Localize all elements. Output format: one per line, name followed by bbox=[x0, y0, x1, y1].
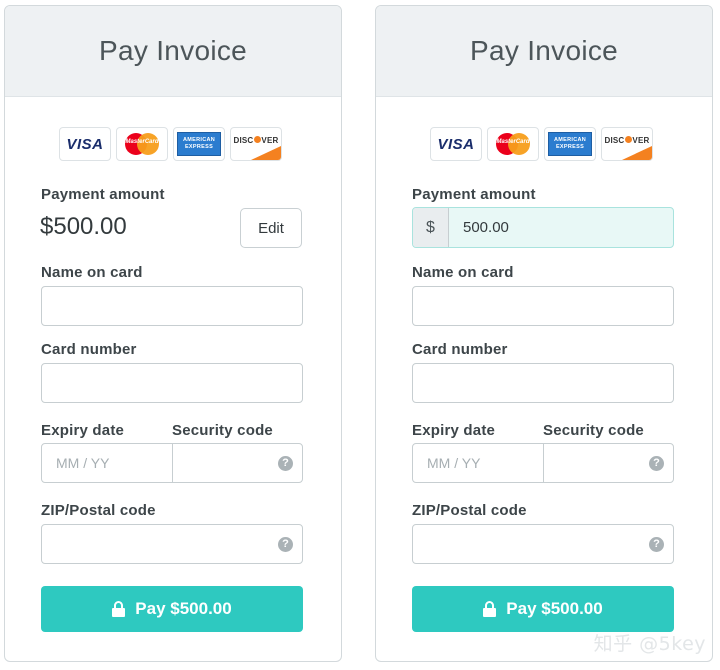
amex-logo: AMERICAN EXPRESS bbox=[173, 127, 225, 161]
discover-post: VER bbox=[632, 135, 650, 145]
security-code-label: Security code bbox=[543, 422, 644, 439]
lock-icon bbox=[112, 601, 126, 617]
name-on-card-label: Name on card bbox=[412, 264, 514, 281]
payment-form-panel-default: Pay Invoice VISA MasterCard AMERICAN EXP… bbox=[4, 5, 342, 662]
help-icon[interactable]: ? bbox=[649, 537, 664, 552]
name-on-card-label: Name on card bbox=[41, 264, 143, 281]
discover-logo: DISC VER bbox=[601, 127, 653, 161]
panel-title: Pay Invoice bbox=[5, 6, 341, 97]
mastercard-logo-text: MasterCard bbox=[125, 139, 159, 145]
discover-post: VER bbox=[261, 135, 279, 145]
visa-logo: VISA bbox=[430, 127, 482, 161]
mastercard-logo-text: MasterCard bbox=[496, 139, 530, 145]
card-number-label: Card number bbox=[412, 341, 508, 358]
currency-addon: $ bbox=[413, 208, 449, 247]
mastercard-logo: MasterCard bbox=[116, 127, 168, 161]
visa-logo: VISA bbox=[59, 127, 111, 161]
payment-amount-label: Payment amount bbox=[41, 186, 165, 203]
expiry-date-label: Expiry date bbox=[41, 422, 125, 439]
amex-line2: EXPRESS bbox=[184, 144, 214, 150]
security-code-field[interactable]: ? bbox=[543, 443, 674, 483]
expiry-date-field[interactable]: MM / YY bbox=[41, 443, 173, 483]
pay-button[interactable]: Pay $500.00 bbox=[412, 586, 674, 632]
help-icon[interactable]: ? bbox=[649, 456, 664, 471]
lock-icon bbox=[483, 601, 497, 617]
visa-logo-text: VISA bbox=[66, 135, 104, 153]
amex-line1: AMERICAN bbox=[553, 137, 587, 143]
amex-logo: AMERICAN EXPRESS bbox=[544, 127, 596, 161]
help-icon[interactable]: ? bbox=[278, 456, 293, 471]
name-on-card-field[interactable] bbox=[41, 286, 303, 326]
pay-button-label: Pay $500.00 bbox=[506, 599, 603, 618]
watermark: 知乎 @5key bbox=[593, 633, 706, 655]
expiry-placeholder: MM / YY bbox=[427, 455, 481, 471]
accepted-cards: VISA MasterCard AMERICAN EXPRESS DISC VER bbox=[430, 127, 653, 161]
expiry-date-label: Expiry date bbox=[412, 422, 496, 439]
discover-pre: DISC bbox=[233, 135, 254, 145]
discover-logo: DISC VER bbox=[230, 127, 282, 161]
card-number-field[interactable] bbox=[412, 363, 674, 403]
edit-amount-button[interactable]: Edit bbox=[240, 208, 302, 248]
payment-amount-input[interactable]: 500.00 bbox=[463, 219, 509, 236]
payment-amount-label: Payment amount bbox=[412, 186, 536, 203]
help-icon[interactable]: ? bbox=[278, 537, 293, 552]
pay-button[interactable]: Pay $500.00 bbox=[41, 586, 303, 632]
panel-title: Pay Invoice bbox=[376, 6, 712, 97]
zip-code-field[interactable]: ? bbox=[41, 524, 303, 564]
accepted-cards: VISA MasterCard AMERICAN EXPRESS DISC VER bbox=[59, 127, 282, 161]
mastercard-logo: MasterCard bbox=[487, 127, 539, 161]
zip-code-label: ZIP/Postal code bbox=[412, 502, 527, 519]
expiry-date-field[interactable]: MM / YY bbox=[412, 443, 544, 483]
card-number-label: Card number bbox=[41, 341, 137, 358]
payment-amount-input-group[interactable]: $ 500.00 bbox=[412, 207, 674, 248]
zip-code-label: ZIP/Postal code bbox=[41, 502, 156, 519]
expiry-placeholder: MM / YY bbox=[56, 455, 110, 471]
security-code-field[interactable]: ? bbox=[172, 443, 303, 483]
amex-line2: EXPRESS bbox=[555, 144, 585, 150]
amex-line1: AMERICAN bbox=[182, 137, 216, 143]
security-code-label: Security code bbox=[172, 422, 273, 439]
pay-button-label: Pay $500.00 bbox=[135, 599, 232, 618]
card-number-field[interactable] bbox=[41, 363, 303, 403]
visa-logo-text: VISA bbox=[437, 135, 475, 153]
payment-form-panel-editing: Pay Invoice VISA MasterCard AMERICAN EXP… bbox=[375, 5, 713, 662]
zip-code-field[interactable]: ? bbox=[412, 524, 674, 564]
payment-amount-value: $500.00 bbox=[40, 213, 127, 240]
name-on-card-field[interactable] bbox=[412, 286, 674, 326]
discover-pre: DISC bbox=[604, 135, 625, 145]
